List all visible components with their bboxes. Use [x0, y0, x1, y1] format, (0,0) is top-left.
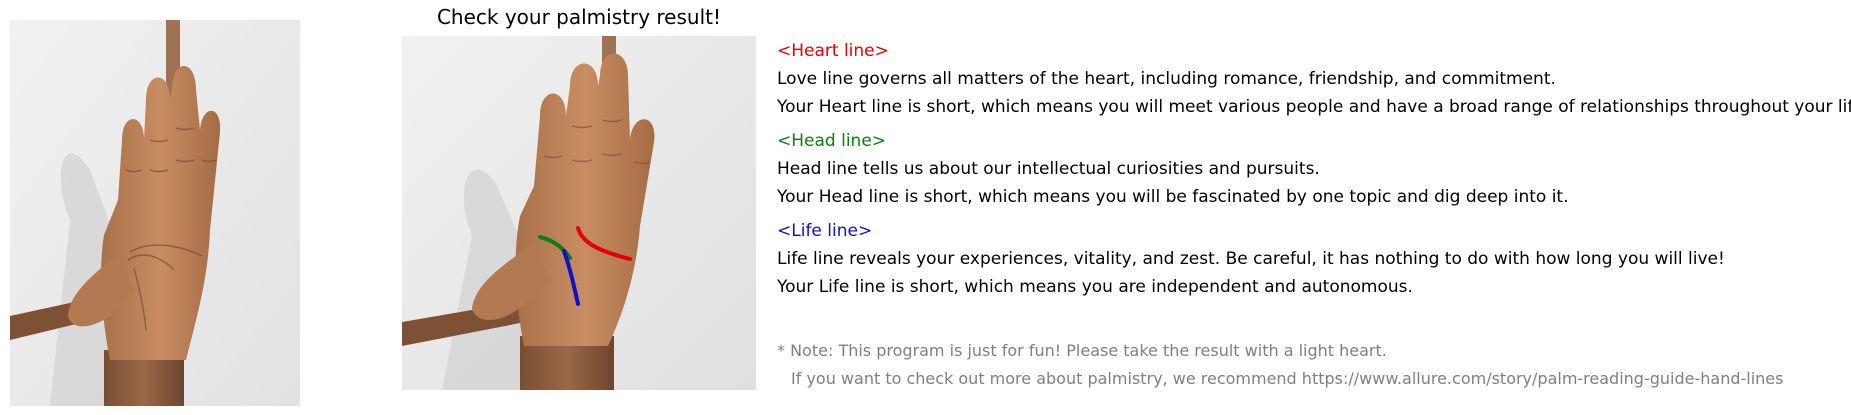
annotated-palm-image: [402, 36, 756, 390]
life-line-description: Life line reveals your experiences, vita…: [777, 249, 1725, 269]
annotated-palm-illustration: [402, 36, 756, 390]
fun-note: * Note: This program is just for fun! Pl…: [777, 341, 1387, 360]
result-panel: <Heart line> Love line governs all matte…: [777, 40, 1851, 304]
head-line-section: <Head line> Head line tells us about our…: [777, 130, 1847, 214]
heart-line-description: Love line governs all matters of the hea…: [777, 69, 1556, 89]
heart-line-heading: <Heart line>: [777, 41, 889, 61]
note-area: * Note: This program is just for fun! Pl…: [777, 340, 1783, 396]
head-line-description: Head line tells us about our intellectua…: [777, 159, 1320, 179]
palm-illustration: [10, 20, 300, 406]
life-line-heading: <Life line>: [777, 221, 873, 241]
life-line-result: Your Life line is short, which means you…: [777, 277, 1413, 297]
head-line-heading: <Head line>: [777, 131, 887, 151]
palmistry-recommendation: If you want to check out more about palm…: [791, 369, 1784, 388]
life-line-section: <Life line> Life line reveals your exper…: [777, 220, 1847, 304]
heart-line-section: <Heart line> Love line governs all matte…: [777, 40, 1851, 124]
heart-line-result: Your Heart line is short, which means yo…: [777, 97, 1851, 117]
result-title: Check your palmistry result!: [436, 5, 722, 29]
original-palm-image: [10, 20, 300, 406]
head-line-result: Your Head line is short, which means you…: [777, 187, 1569, 207]
